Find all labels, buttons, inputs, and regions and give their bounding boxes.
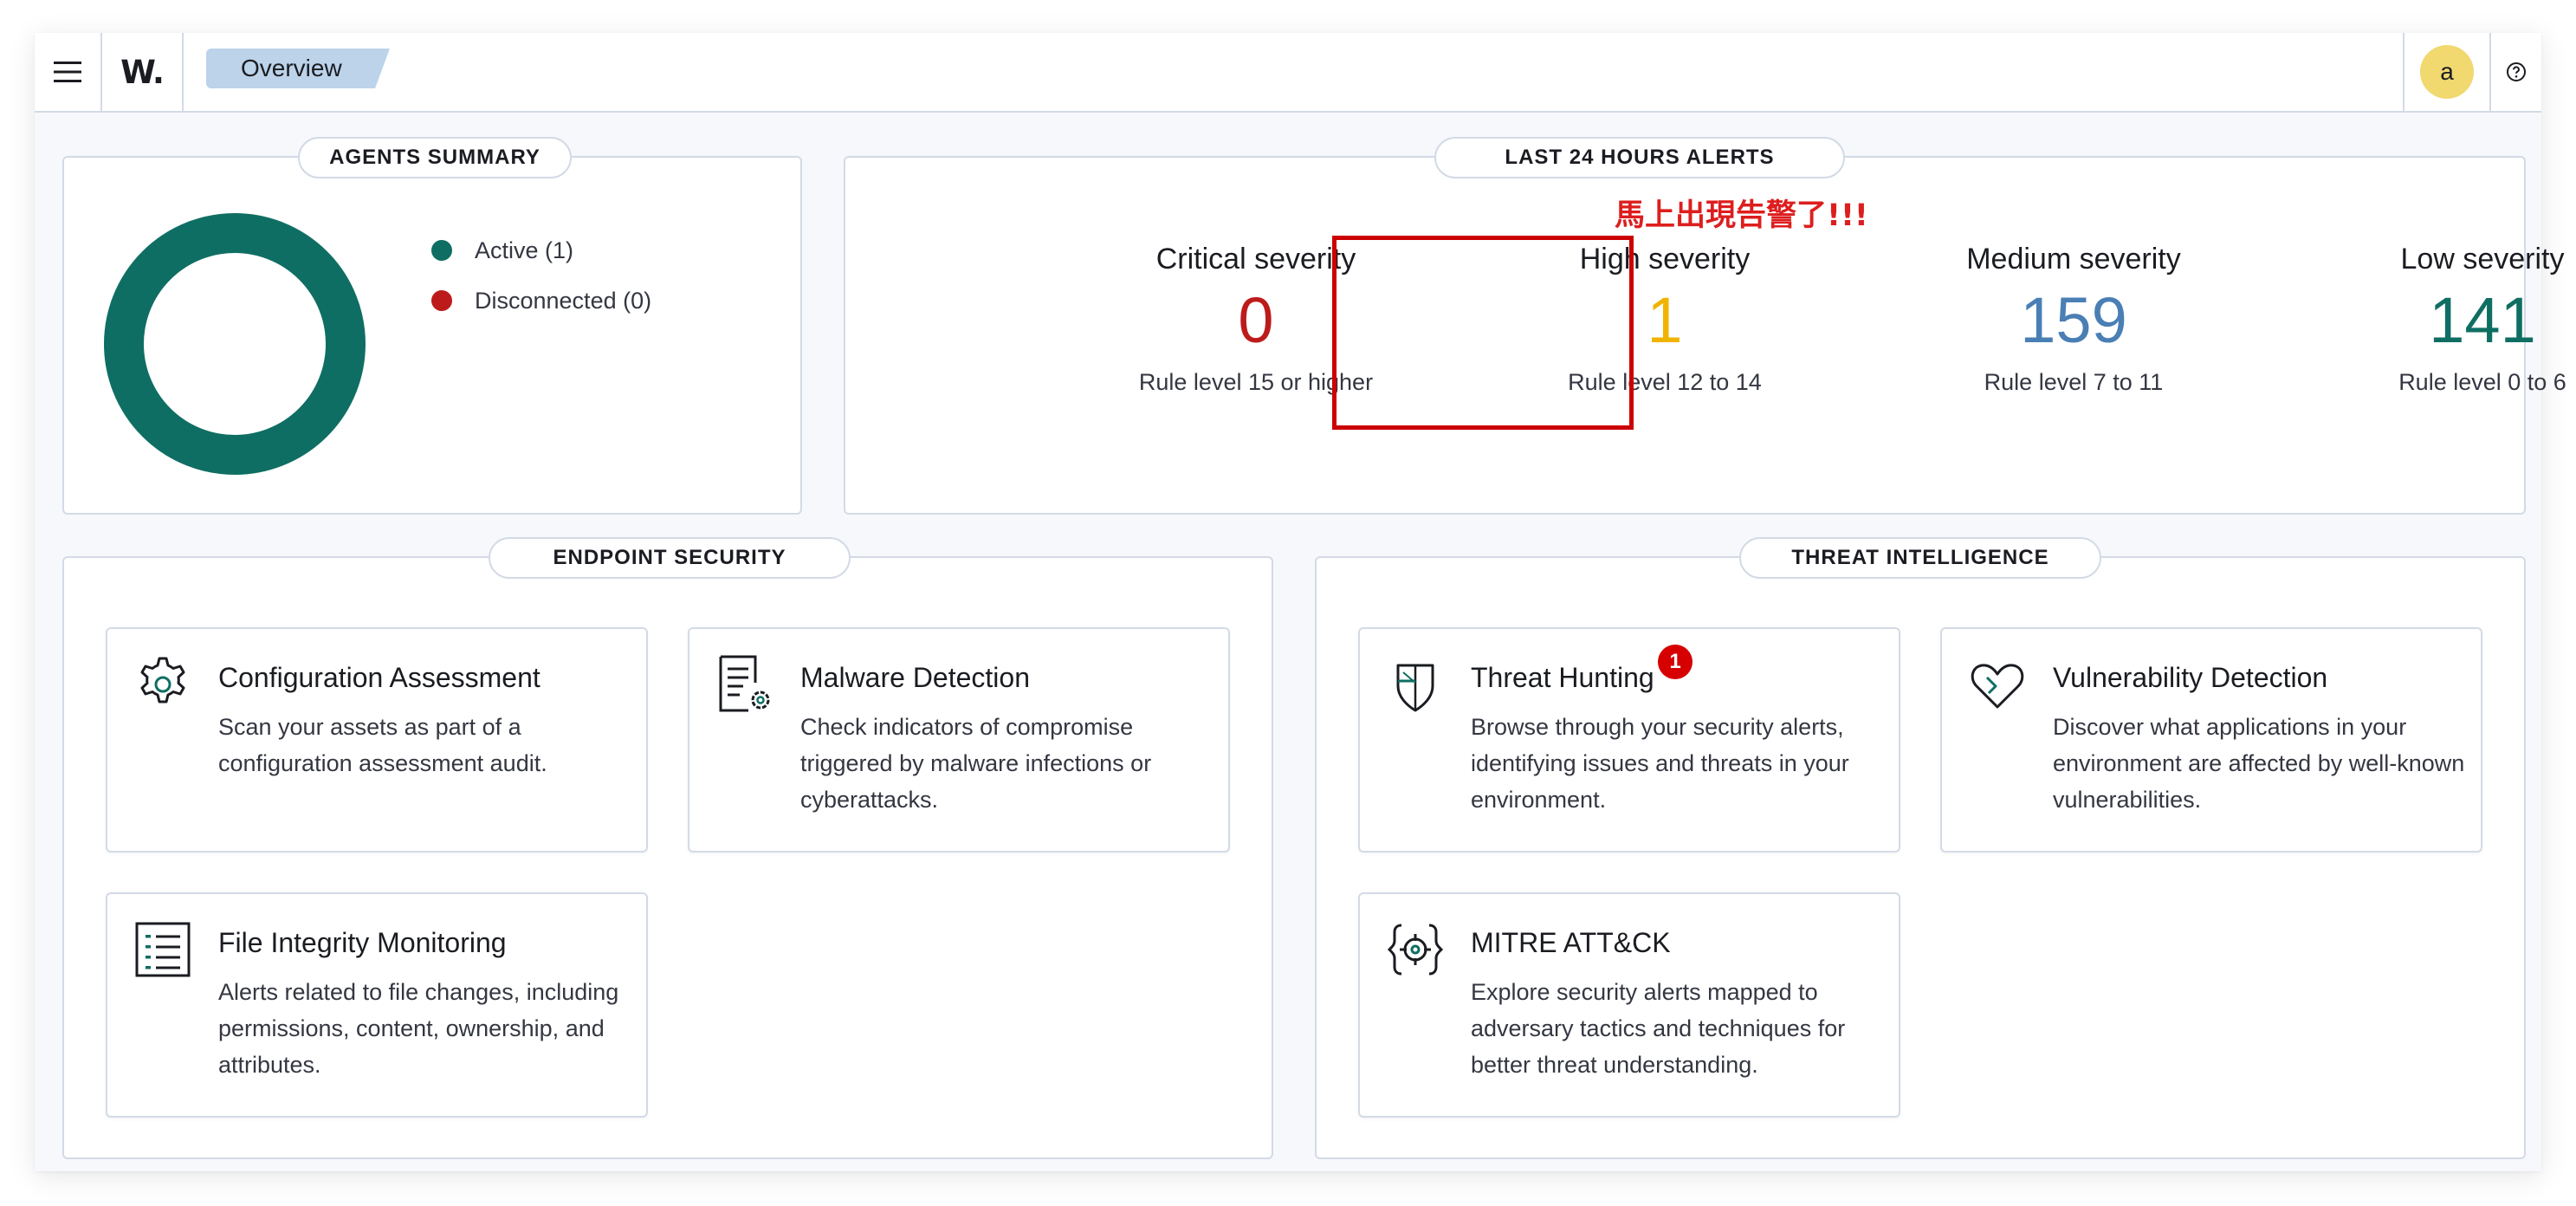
shield-icon: [1396, 664, 1434, 712]
notification-badge: 1: [1658, 645, 1693, 679]
card-title: Vulnerability Detection: [2053, 662, 2328, 693]
hamburger-icon: [54, 62, 81, 82]
legend-label-active: Active (1): [475, 237, 574, 263]
card-description: Alerts related to file changes, includin…: [218, 979, 619, 1078]
card-file-integrity-monitoring[interactable]: File Integrity Monitoring Alerts related…: [106, 892, 648, 1118]
severity-low[interactable]: Low severity 141 Rule level 0 to 6: [2301, 241, 2576, 396]
avatar-initial: a: [2440, 58, 2454, 85]
card-title: File Integrity Monitoring: [218, 927, 507, 958]
legend-item-active[interactable]: Active (1): [431, 225, 651, 276]
gear-icon: [140, 657, 185, 704]
file-list-icon: [135, 922, 191, 977]
severity-subtitle: Rule level 7 to 11: [1984, 369, 2164, 395]
highlight-box: [1332, 236, 1634, 430]
legend-label-disconnected: Disconnected (0): [475, 287, 652, 314]
severity-medium[interactable]: Medium severity 159 Rule level 7 to 11: [1892, 241, 2256, 396]
help-button[interactable]: [2491, 33, 2541, 111]
agents-donut-chart[interactable]: [104, 213, 366, 475]
card-malware-detection[interactable]: Malware Detection Check indicators of co…: [688, 627, 1230, 853]
app-window: W. Overview a AGENTS SUMMARY Active (1) …: [35, 33, 2566, 1171]
card-vulnerability-detection[interactable]: Vulnerability Detection Discover what ap…: [1940, 627, 2482, 853]
card-title: Threat Hunting: [1471, 662, 1654, 693]
top-header: W. Overview a: [35, 33, 2541, 113]
card-description: Browse through your security alerts, ide…: [1471, 714, 1849, 813]
agents-summary-panel: AGENTS SUMMARY Active (1) Disconnected (…: [62, 137, 802, 515]
card-title: Malware Detection: [800, 662, 1030, 693]
severity-count[interactable]: 159: [1892, 286, 2256, 355]
severity-subtitle: Rule level 0 to 6: [2398, 369, 2566, 395]
card-description: Scan your assets as part of a configurat…: [218, 714, 547, 776]
agents-summary-title-text: AGENTS SUMMARY: [329, 146, 540, 169]
active-dot: [431, 240, 452, 261]
card-mitre-attack[interactable]: MITRE ATT&CK Explore security alerts map…: [1358, 892, 1900, 1118]
breadcrumb-label: Overview: [241, 55, 342, 81]
agents-summary-title: AGENTS SUMMARY: [298, 137, 572, 178]
severity-title: Low severity: [2400, 243, 2565, 276]
legend-item-disconnected[interactable]: Disconnected (0): [431, 276, 651, 326]
card-threat-hunting[interactable]: Threat Hunting 1 Browse through your sec…: [1358, 627, 1900, 853]
menu-button[interactable]: [35, 33, 100, 111]
breadcrumb-overview[interactable]: Overview: [206, 49, 390, 88]
endpoint-security-title: ENDPOINT SECURITY: [489, 537, 851, 579]
endpoint-security-panel: ENDPOINT SECURITY Configuration Assessme…: [62, 537, 1273, 1159]
threat-intelligence-panel: THREAT INTELLIGENCE Threat Hunting 1 Bro…: [1315, 537, 2526, 1159]
endpoint-security-title-text: ENDPOINT SECURITY: [553, 546, 786, 569]
threat-intelligence-title-text: THREAT INTELLIGENCE: [1791, 546, 2049, 569]
user-menu[interactable]: a: [2403, 33, 2491, 111]
card-title: MITRE ATT&CK: [1471, 927, 1671, 958]
alerts-title-text: LAST 24 HOURS ALERTS: [1505, 146, 1775, 169]
document-gear-icon: [719, 655, 770, 712]
card-description: Check indicators of compromise triggered…: [800, 714, 1152, 813]
crosshair-icon: [1387, 924, 1444, 976]
avatar: a: [2420, 45, 2474, 99]
card-configuration-assessment[interactable]: Configuration Assessment Scan your asset…: [106, 627, 648, 853]
alert-annotation: 馬上出現告警了!!!: [1615, 198, 1868, 233]
severity-title: Medium severity: [1966, 243, 2181, 276]
card-description: Discover what applications in your envir…: [2053, 714, 2465, 813]
disconnected-dot: [431, 290, 452, 311]
logo-text: W.: [120, 53, 165, 91]
agents-legend: Active (1) Disconnected (0): [431, 225, 651, 326]
alerts-title: LAST 24 HOURS ALERTS: [1434, 137, 1845, 178]
logo[interactable]: W.: [100, 33, 184, 111]
heart-icon: [1971, 664, 2024, 709]
card-title: Configuration Assessment: [218, 662, 540, 693]
threat-intelligence-title: THREAT INTELLIGENCE: [1739, 537, 2101, 579]
alerts-panel: LAST 24 HOURS ALERTS 馬上出現告警了!!! Critical…: [844, 137, 2566, 515]
question-circle-icon: [2507, 62, 2526, 81]
card-description: Explore security alerts mapped to advers…: [1471, 979, 1846, 1078]
severity-count[interactable]: 141: [2301, 286, 2576, 355]
